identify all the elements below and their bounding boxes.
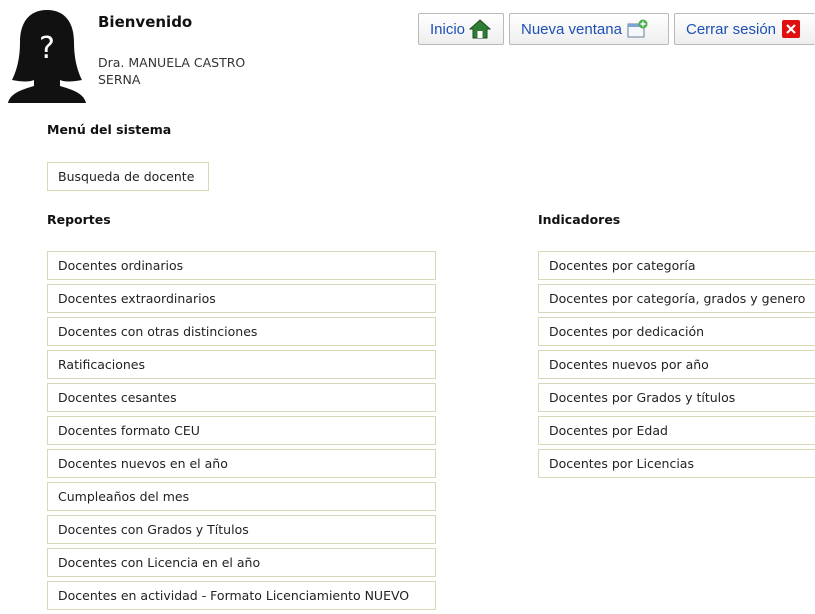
indicador-item[interactable]: Docentes por categoría xyxy=(538,251,815,280)
reporte-item[interactable]: Docentes con otras distinciones xyxy=(47,317,436,346)
menu-item-busqueda-docente[interactable]: Busqueda de docente xyxy=(47,162,209,191)
logout-button-label: Cerrar sesión xyxy=(686,20,777,38)
svg-text:?: ? xyxy=(39,31,55,66)
reporte-item[interactable]: Docentes con Grados y Títulos xyxy=(47,515,436,544)
home-button[interactable]: Inicio xyxy=(418,13,504,45)
home-icon xyxy=(469,19,492,39)
reportes-title: Reportes xyxy=(47,212,111,227)
indicadores-title: Indicadores xyxy=(538,212,621,227)
indicador-item[interactable]: Docentes por Edad xyxy=(538,416,815,445)
new-window-button-label: Nueva ventana xyxy=(521,20,622,38)
reporte-item[interactable]: Docentes ordinarios xyxy=(47,251,436,280)
reporte-item[interactable]: Docentes en actividad - Formato Licencia… xyxy=(47,581,436,610)
reporte-item[interactable]: Docentes cesantes xyxy=(47,383,436,412)
new-window-button[interactable]: Nueva ventana xyxy=(509,13,669,45)
indicadores-list: Docentes por categoría Docentes por cate… xyxy=(538,251,815,482)
reporte-item[interactable]: Docentes con Licencia en el año xyxy=(47,548,436,577)
system-menu-title: Menú del sistema xyxy=(47,122,172,137)
new-window-icon xyxy=(627,19,648,38)
close-icon xyxy=(782,20,801,38)
reporte-item[interactable]: Docentes nuevos en el año xyxy=(47,449,436,478)
logout-button[interactable]: Cerrar sesión xyxy=(674,13,815,45)
user-name: Dra. MANUELA CASTRO SERNA xyxy=(98,55,246,87)
reporte-item[interactable]: Docentes extraordinarios xyxy=(47,284,436,313)
indicador-item[interactable]: Docentes nuevos por año xyxy=(538,350,815,379)
home-button-label: Inicio xyxy=(430,20,466,38)
indicador-item[interactable]: Docentes por Grados y títulos xyxy=(538,383,815,412)
indicador-item[interactable]: Docentes por categoría, grados y genero xyxy=(538,284,815,313)
indicador-item[interactable]: Docentes por dedicación xyxy=(538,317,815,346)
reporte-item[interactable]: Docentes formato CEU xyxy=(47,416,436,445)
reportes-list: Docentes ordinarios Docentes extraordina… xyxy=(47,251,436,614)
user-avatar: ? xyxy=(8,10,86,103)
welcome-heading: Bienvenido xyxy=(98,13,193,31)
reporte-item[interactable]: Cumpleaños del mes xyxy=(47,482,436,511)
indicador-item[interactable]: Docentes por Licencias xyxy=(538,449,815,478)
reporte-item[interactable]: Ratificaciones xyxy=(47,350,436,379)
